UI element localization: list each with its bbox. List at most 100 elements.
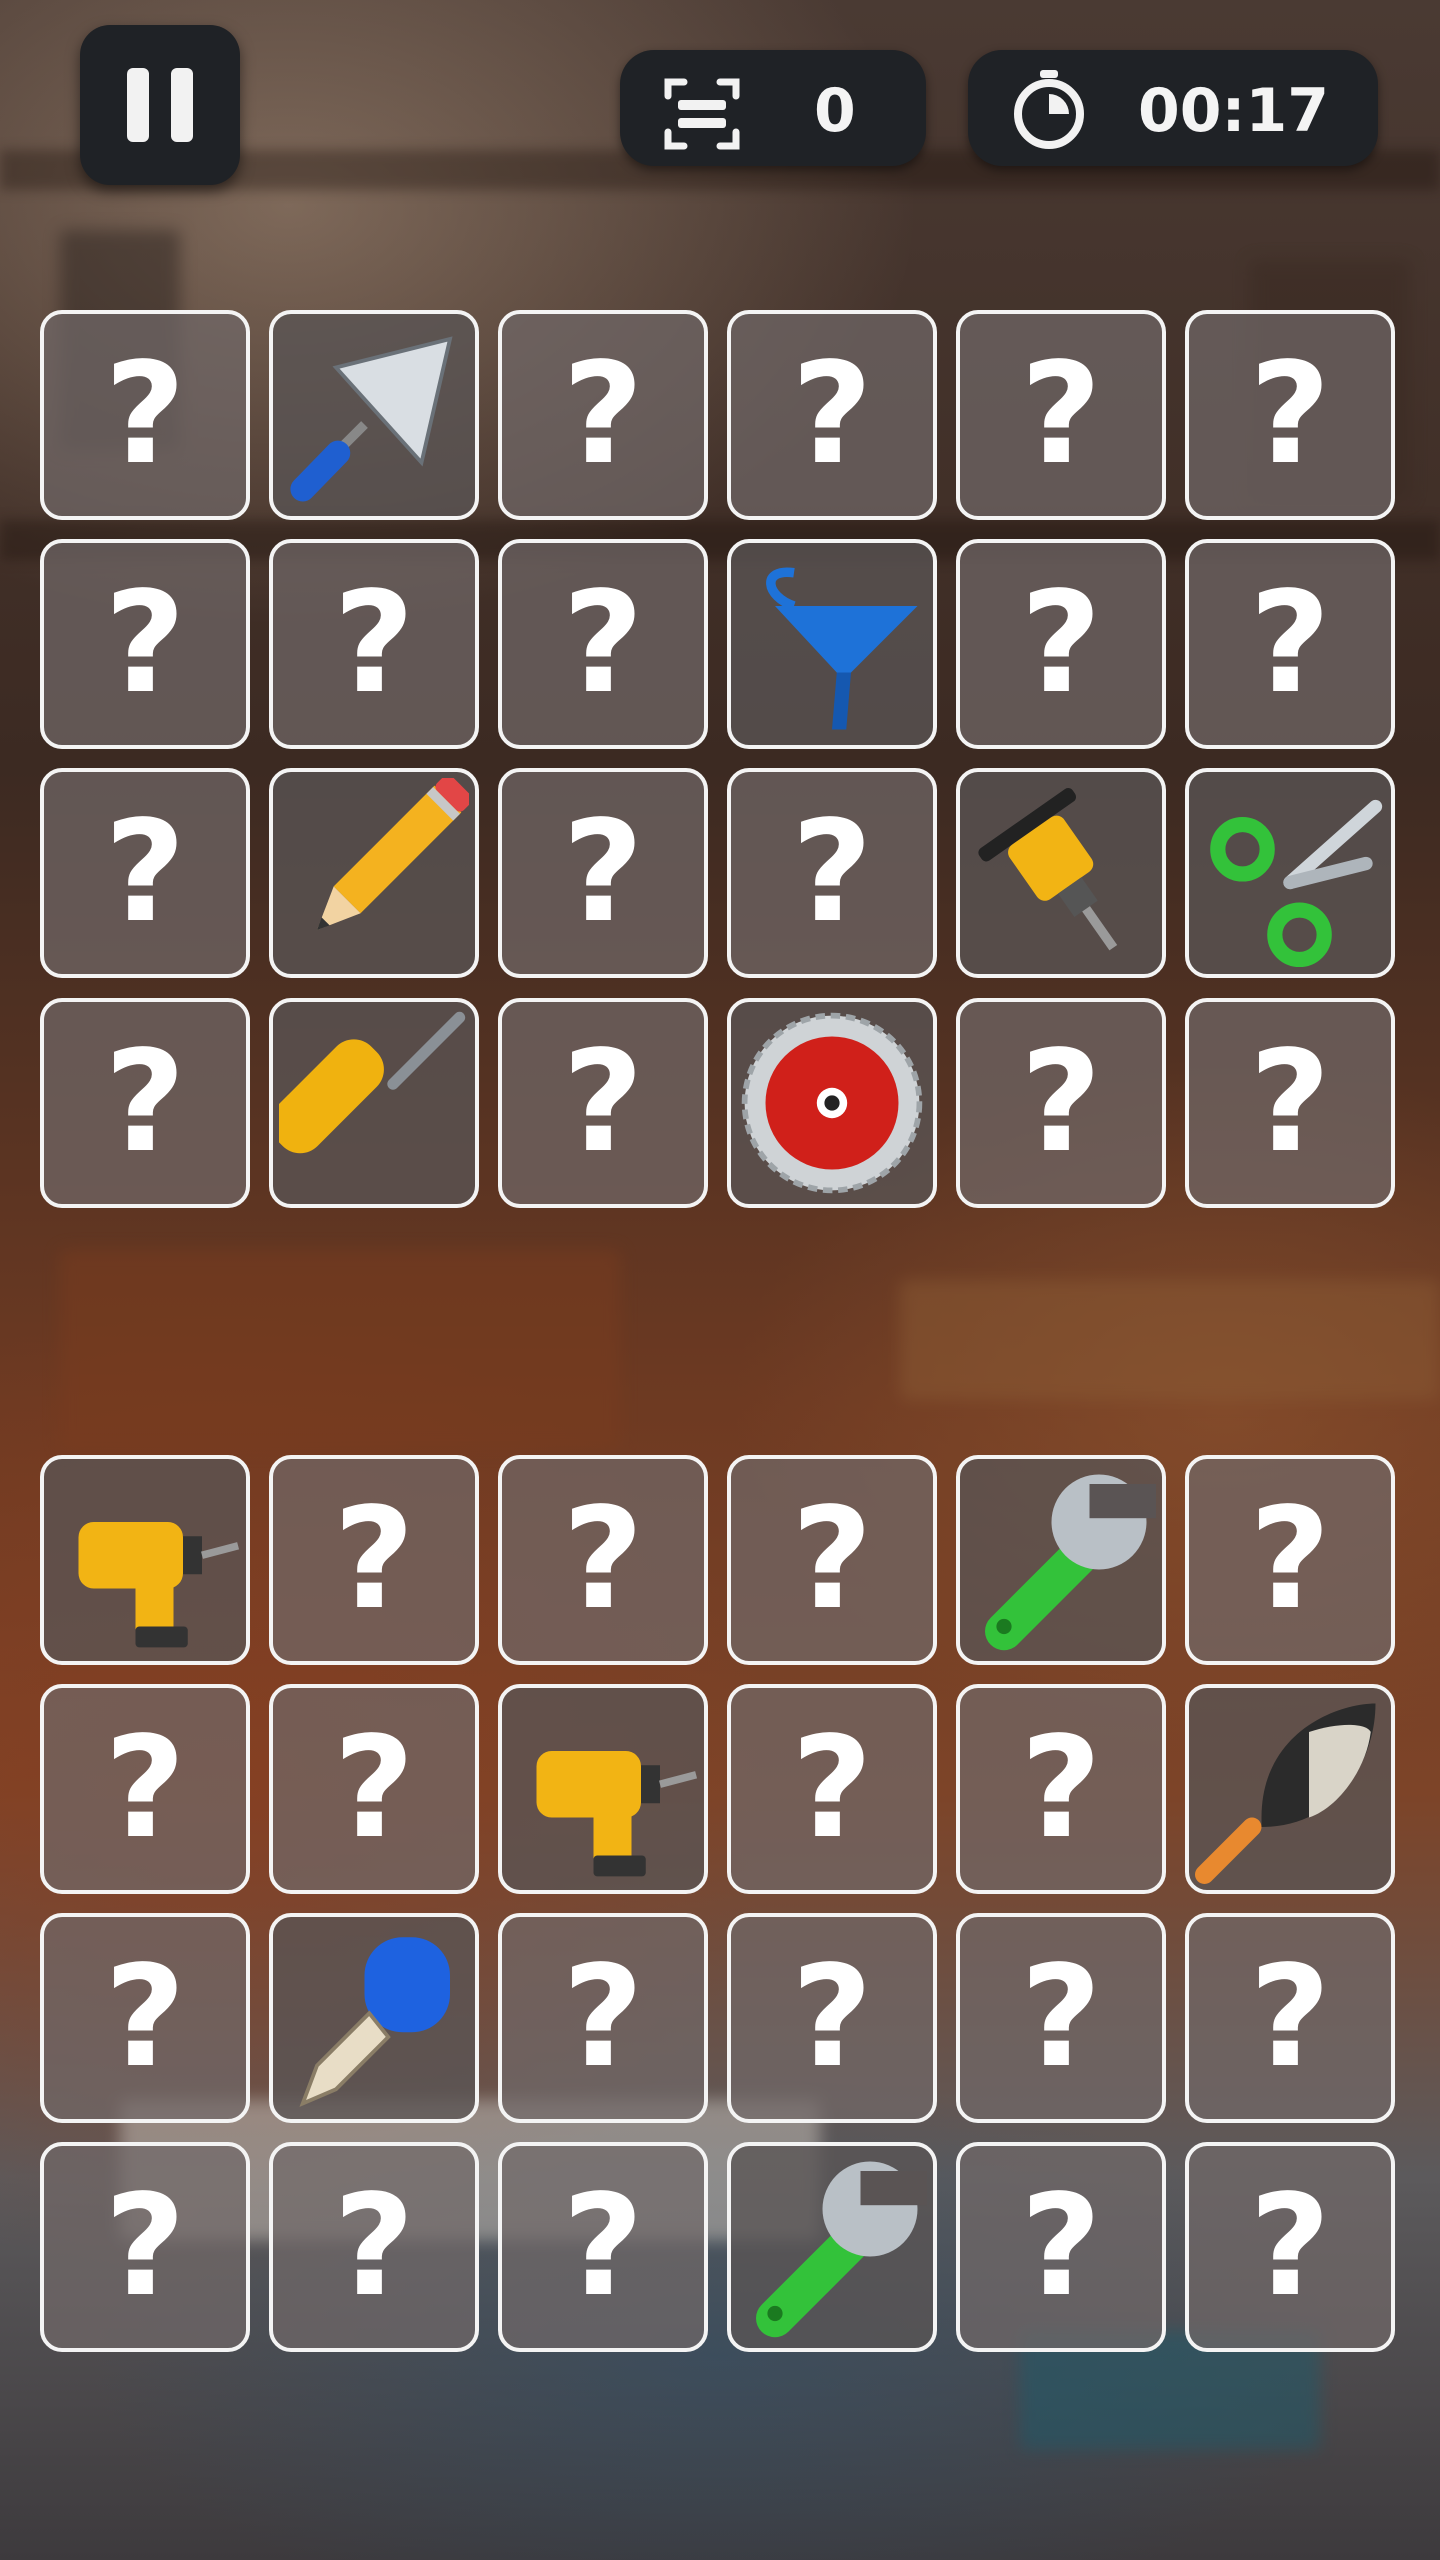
timer-value: 00:17 [1138, 76, 1329, 146]
pause-icon [127, 68, 149, 142]
card-jackhammer[interactable] [956, 768, 1166, 978]
stopwatch-icon [1014, 70, 1084, 149]
card-hidden[interactable]: ? [956, 1684, 1166, 1894]
card-hidden[interactable]: ? [269, 2142, 479, 2352]
card-hidden[interactable]: ? [956, 998, 1166, 1208]
card-hidden[interactable]: ? [727, 1684, 937, 1894]
wrench-icon [737, 2152, 927, 2342]
question-mark: ? [562, 2165, 644, 2328]
card-hidden[interactable]: ? [498, 768, 708, 978]
drill-icon [50, 1465, 240, 1655]
wrench-icon [966, 1465, 1156, 1655]
question-mark: ? [1249, 2165, 1331, 2328]
question-mark: ? [791, 1478, 873, 1641]
question-mark: ? [1249, 1478, 1331, 1641]
card-hidden[interactable]: ? [40, 998, 250, 1208]
card-drill[interactable] [40, 1455, 250, 1665]
question-mark: ? [104, 333, 186, 496]
question-mark: ? [562, 791, 644, 954]
card-wrench[interactable] [956, 1455, 1166, 1665]
card-hidden[interactable]: ? [40, 310, 250, 520]
scissors-icon [1195, 778, 1385, 968]
shovel-icon [1195, 1694, 1385, 1884]
question-mark: ? [104, 2165, 186, 2328]
trowel-icon [279, 320, 469, 510]
card-hidden[interactable]: ? [498, 1455, 708, 1665]
card-wrench[interactable] [727, 2142, 937, 2352]
card-screwdriver[interactable] [269, 998, 479, 1208]
scan-icon [664, 78, 740, 150]
question-mark: ? [562, 562, 644, 725]
card-hidden[interactable]: ? [1185, 998, 1395, 1208]
card-hidden[interactable]: ? [1185, 1455, 1395, 1665]
card-hidden[interactable]: ? [498, 539, 708, 749]
question-mark: ? [791, 1936, 873, 2099]
card-hidden[interactable]: ? [498, 310, 708, 520]
question-mark: ? [333, 2165, 415, 2328]
question-mark: ? [791, 791, 873, 954]
question-mark: ? [562, 1478, 644, 1641]
card-hidden[interactable]: ? [498, 1913, 708, 2123]
drill-icon [508, 1694, 698, 1884]
pause-button[interactable] [80, 25, 240, 185]
card-hidden[interactable]: ? [1185, 310, 1395, 520]
question-mark: ? [1249, 1021, 1331, 1184]
question-mark: ? [333, 1707, 415, 1870]
saw-blade-icon [737, 1008, 927, 1198]
moves-counter: 0 [620, 50, 926, 166]
card-funnel[interactable] [727, 539, 937, 749]
card-hidden[interactable]: ? [727, 1913, 937, 2123]
card-drill[interactable] [498, 1684, 708, 1894]
card-shovel[interactable] [1185, 1684, 1395, 1894]
card-pencil[interactable] [269, 768, 479, 978]
question-mark: ? [791, 1707, 873, 1870]
question-mark: ? [333, 1478, 415, 1641]
card-hidden[interactable]: ? [1185, 2142, 1395, 2352]
card-hidden[interactable]: ? [956, 539, 1166, 749]
card-hidden[interactable]: ? [498, 2142, 708, 2352]
screwdriver-icon [273, 1008, 469, 1198]
card-scissors[interactable] [1185, 768, 1395, 978]
funnel-icon [737, 549, 927, 739]
question-mark: ? [1020, 1936, 1102, 2099]
question-mark: ? [1249, 333, 1331, 496]
card-trowel[interactable] [269, 310, 479, 520]
card-hidden[interactable]: ? [40, 1684, 250, 1894]
card-hidden[interactable]: ? [40, 768, 250, 978]
pencil-icon [279, 774, 473, 968]
card-hidden[interactable]: ? [269, 1455, 479, 1665]
question-mark: ? [1020, 562, 1102, 725]
question-mark: ? [562, 333, 644, 496]
card-hidden[interactable]: ? [956, 1913, 1166, 2123]
card-hidden[interactable]: ? [727, 310, 937, 520]
moves-value: 0 [814, 76, 856, 146]
card-hidden[interactable]: ? [498, 998, 708, 1208]
card-dropper[interactable] [269, 1913, 479, 2123]
card-hidden[interactable]: ? [40, 2142, 250, 2352]
card-hidden[interactable]: ? [727, 1455, 937, 1665]
question-mark: ? [562, 1021, 644, 1184]
question-mark: ? [1249, 562, 1331, 725]
card-hidden[interactable]: ? [40, 1913, 250, 2123]
question-mark: ? [1020, 1021, 1102, 1184]
question-mark: ? [104, 1936, 186, 2099]
card-hidden[interactable]: ? [956, 310, 1166, 520]
dropper-icon [279, 1923, 469, 2113]
card-hidden[interactable]: ? [956, 2142, 1166, 2352]
question-mark: ? [791, 333, 873, 496]
question-mark: ? [1020, 333, 1102, 496]
card-hidden[interactable]: ? [727, 768, 937, 978]
card-hidden[interactable]: ? [1185, 539, 1395, 749]
question-mark: ? [104, 1707, 186, 1870]
question-mark: ? [333, 562, 415, 725]
card-hidden[interactable]: ? [40, 539, 250, 749]
card-hidden[interactable]: ? [269, 1684, 479, 1894]
card-saw-blade[interactable] [727, 998, 937, 1208]
card-hidden[interactable]: ? [1185, 1913, 1395, 2123]
question-mark: ? [1249, 1936, 1331, 2099]
jackhammer-icon [966, 778, 1156, 968]
question-mark: ? [104, 1021, 186, 1184]
question-mark: ? [104, 562, 186, 725]
card-hidden[interactable]: ? [269, 539, 479, 749]
timer: 00:17 [968, 50, 1378, 166]
